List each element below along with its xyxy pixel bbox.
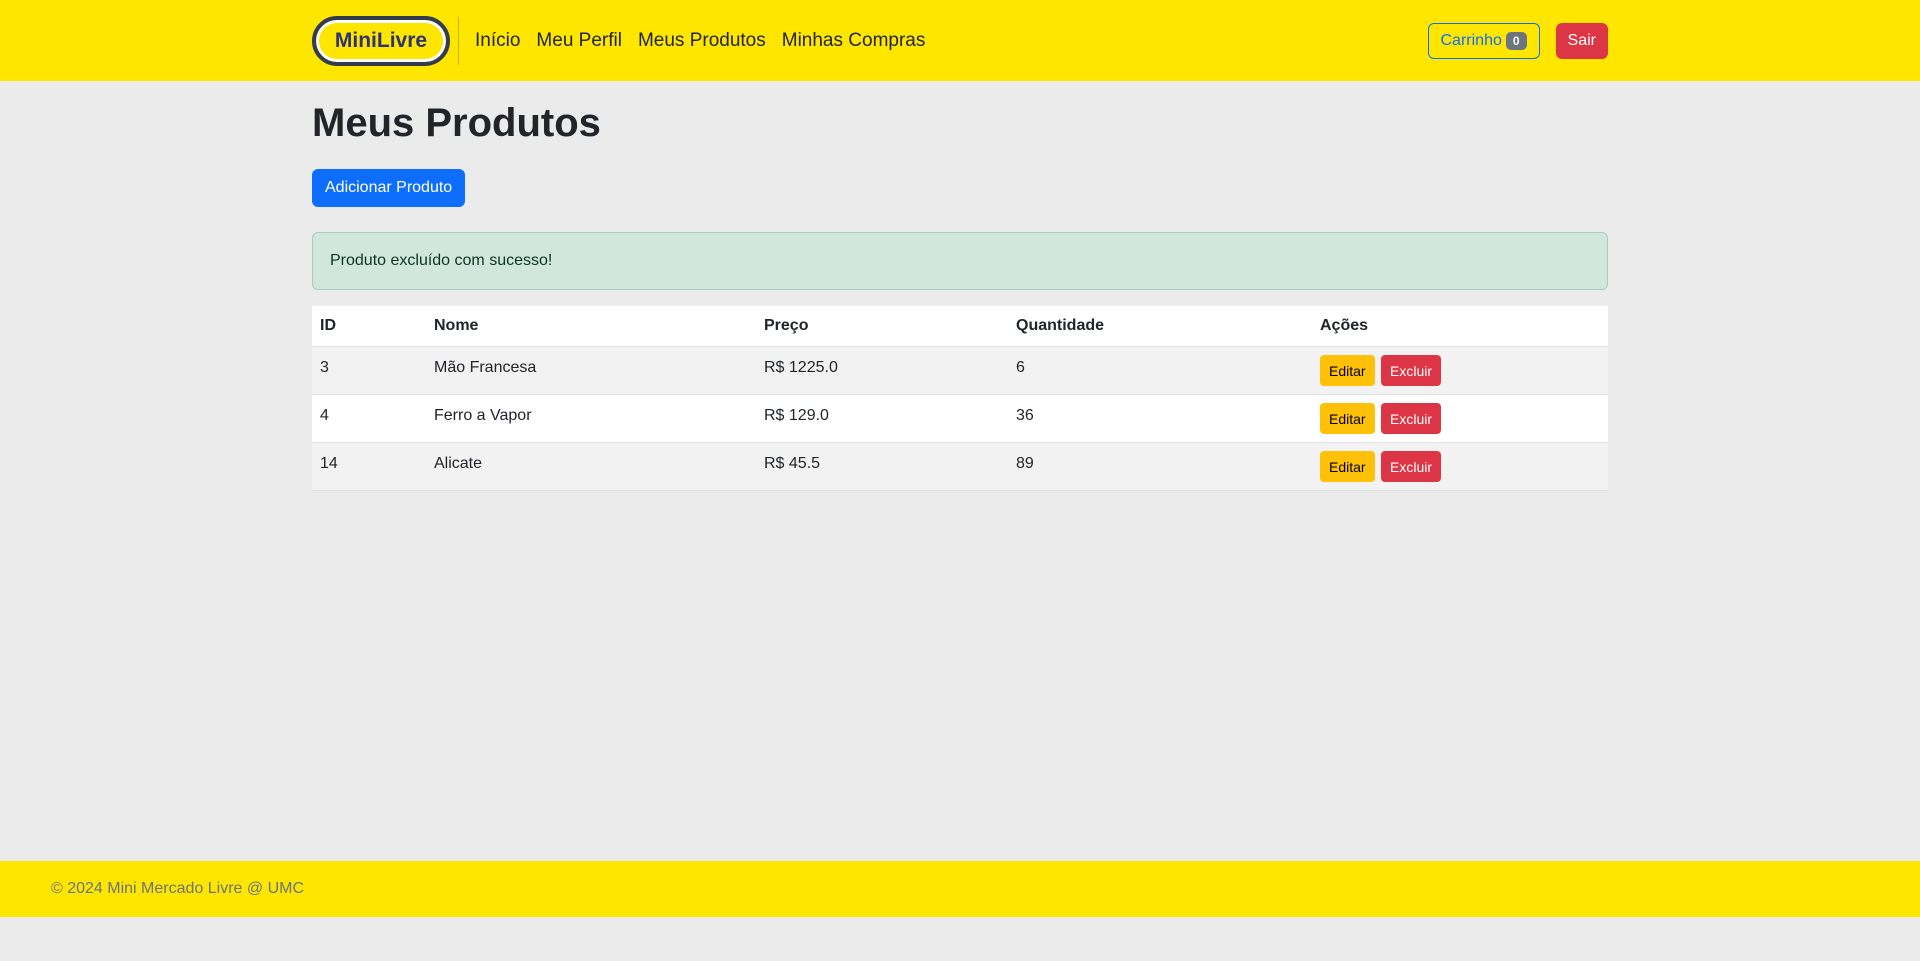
table-header-row: ID Nome Preço Quantidade Ações bbox=[312, 306, 1608, 347]
cart-label: Carrinho bbox=[1440, 31, 1502, 49]
column-header-quantidade: Quantidade bbox=[1008, 306, 1312, 347]
cell-name: Alicate bbox=[426, 442, 756, 491]
column-header-id: ID bbox=[312, 306, 426, 347]
logout-button[interactable]: Sair bbox=[1555, 22, 1608, 59]
page-title: Meus Produtos bbox=[312, 101, 601, 145]
column-header-acoes: Ações bbox=[1312, 306, 1608, 347]
column-header-nome: Nome bbox=[426, 306, 756, 347]
main-nav: Início Meu Perfil Meus Produtos Minhas C… bbox=[475, 30, 941, 52]
cell-actions: Editar Excluir bbox=[1312, 394, 1608, 443]
main-content: Meus Produtos Adicionar Produto Produto … bbox=[312, 81, 1608, 491]
brand-divider bbox=[458, 16, 459, 65]
table-row: 4 Ferro a Vapor R$ 129.0 36 Editar Exclu… bbox=[312, 394, 1608, 443]
nav-link-inicio[interactable]: Início bbox=[475, 30, 520, 52]
navbar-container: MiniLivre Início Meu Perfil Meus Produto… bbox=[312, 0, 1608, 81]
cell-quantity: 89 bbox=[1008, 442, 1312, 491]
edit-button[interactable]: Editar bbox=[1320, 355, 1375, 386]
nav-link-meus-produtos[interactable]: Meus Produtos bbox=[638, 30, 766, 52]
table-row: 3 Mão Francesa R$ 1225.0 6 Editar Exclui… bbox=[312, 346, 1608, 395]
nav-link-meu-perfil[interactable]: Meu Perfil bbox=[536, 30, 622, 52]
table-row: 14 Alicate R$ 45.5 89 Editar Excluir bbox=[312, 442, 1608, 491]
brand-logo[interactable]: MiniLivre bbox=[312, 15, 450, 66]
cell-price: R$ 1225.0 bbox=[756, 346, 1008, 395]
cell-id: 4 bbox=[312, 394, 426, 443]
footer-copyright: © 2024 Mini Mercado Livre @ UMC bbox=[51, 880, 304, 897]
footer: © 2024 Mini Mercado Livre @ UMC bbox=[0, 861, 1920, 917]
edit-button[interactable]: Editar bbox=[1320, 451, 1375, 482]
navbar: MiniLivre Início Meu Perfil Meus Produto… bbox=[0, 0, 1920, 81]
cell-actions: Editar Excluir bbox=[1312, 442, 1608, 491]
success-alert: Produto excluído com sucesso! bbox=[312, 232, 1608, 290]
cell-name: Ferro a Vapor bbox=[426, 394, 756, 443]
navbar-actions: Carrinho 0 Sair bbox=[1427, 22, 1608, 59]
delete-button[interactable]: Excluir bbox=[1381, 451, 1442, 482]
alert-message: Produto excluído com sucesso! bbox=[330, 252, 553, 269]
nav-link-minhas-compras[interactable]: Minhas Compras bbox=[782, 30, 926, 52]
cell-id: 14 bbox=[312, 442, 426, 491]
cell-quantity: 36 bbox=[1008, 394, 1312, 443]
delete-button[interactable]: Excluir bbox=[1381, 403, 1442, 434]
cell-quantity: 6 bbox=[1008, 346, 1312, 395]
cell-actions: Editar Excluir bbox=[1312, 346, 1608, 395]
delete-button[interactable]: Excluir bbox=[1381, 355, 1442, 386]
add-product-button[interactable]: Adicionar Produto bbox=[312, 169, 466, 207]
edit-button[interactable]: Editar bbox=[1320, 403, 1375, 434]
cell-price: R$ 129.0 bbox=[756, 394, 1008, 443]
cell-name: Mão Francesa bbox=[426, 346, 756, 395]
cell-price: R$ 45.5 bbox=[756, 442, 1008, 491]
column-header-preco: Preço bbox=[756, 306, 1008, 347]
products-table: ID Nome Preço Quantidade Ações 3 Mão Fra… bbox=[312, 306, 1608, 491]
cell-id: 3 bbox=[312, 346, 426, 395]
cart-count-badge: 0 bbox=[1505, 31, 1527, 50]
cart-button[interactable]: Carrinho 0 bbox=[1427, 22, 1540, 59]
